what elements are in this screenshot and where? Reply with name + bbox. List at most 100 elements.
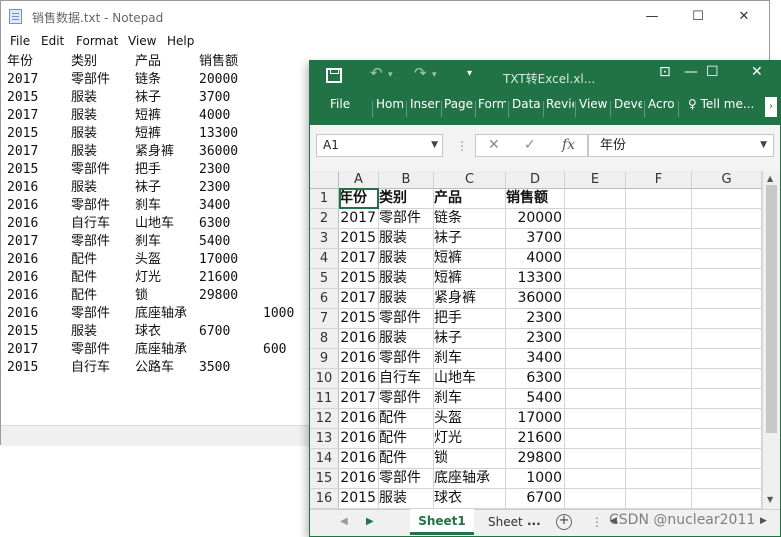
grid-cell[interactable]	[565, 289, 626, 308]
grid-cell[interactable]: 零部件	[379, 469, 434, 488]
grid-cell[interactable]: 年份	[339, 189, 379, 208]
tab-home[interactable]: Hom	[376, 97, 404, 111]
grid-cell[interactable]: 零部件	[379, 349, 434, 368]
grid-cell[interactable]	[692, 329, 762, 348]
grid-cell[interactable]	[626, 449, 692, 468]
menu-help[interactable]: Help	[167, 34, 194, 48]
scroll-thumb[interactable]	[766, 185, 777, 433]
grid-cell[interactable]	[565, 329, 626, 348]
scroll-up-icon[interactable]: ▲	[767, 174, 773, 183]
grid-cell[interactable]	[626, 469, 692, 488]
grid-cell[interactable]: 17000	[506, 409, 565, 428]
grid-cell[interactable]: 灯光	[434, 429, 506, 448]
sheet-tab-sheet2[interactable]: Sheet	[488, 515, 523, 529]
grid-cell[interactable]	[565, 489, 626, 508]
grid-cell[interactable]: 服装	[379, 289, 434, 308]
grid-cell[interactable]	[565, 409, 626, 428]
grid-cell[interactable]: 产品	[434, 189, 506, 208]
grid-cell[interactable]: 配件	[379, 409, 434, 428]
grid-cell[interactable]: 短裤	[434, 269, 506, 288]
grid-cell[interactable]: 服装	[379, 269, 434, 288]
grid-cell[interactable]: 2016	[339, 429, 379, 448]
grid-cell[interactable]: 自行车	[379, 369, 434, 388]
tab-file[interactable]: File	[330, 97, 354, 111]
tab-data[interactable]: Data	[512, 97, 542, 111]
vertical-scrollbar[interactable]: ▲ ▼	[762, 171, 780, 509]
grid-cell[interactable]: 3400	[506, 349, 565, 368]
grid-cell[interactable]: 3700	[506, 229, 565, 248]
customize-qat-icon[interactable]: ▾	[467, 68, 472, 79]
save-icon[interactable]	[326, 68, 342, 83]
column-header[interactable]: G	[692, 171, 762, 188]
grid-cell[interactable]	[692, 449, 762, 468]
grid-cell[interactable]	[565, 309, 626, 328]
grid-cell[interactable]: 2017	[339, 249, 379, 268]
redo-icon[interactable]: ↷	[414, 64, 427, 82]
grid-cell[interactable]	[626, 389, 692, 408]
grid-cell[interactable]	[692, 309, 762, 328]
name-box[interactable]: A1 ▼	[316, 134, 443, 157]
grid-cell[interactable]: 20000	[506, 209, 565, 228]
grid-cell[interactable]	[692, 429, 762, 448]
grid-cell[interactable]: 13300	[506, 269, 565, 288]
grid-cell[interactable]: 销售额	[506, 189, 565, 208]
row-header[interactable]: 11	[310, 389, 339, 408]
grid-cell[interactable]: 4000	[506, 249, 565, 268]
grid-cell[interactable]: 2015	[339, 489, 379, 508]
grid-cell[interactable]	[565, 189, 626, 208]
menu-edit[interactable]: Edit	[41, 34, 64, 48]
grid-cell[interactable]	[692, 349, 762, 368]
grid-cell[interactable]	[626, 369, 692, 388]
add-sheet-button[interactable]: +	[556, 514, 572, 530]
drag-handle-icon[interactable]: ⋮	[456, 139, 468, 153]
row-header[interactable]: 16	[310, 489, 339, 508]
grid-cell[interactable]	[565, 249, 626, 268]
grid-cell[interactable]: 配件	[379, 429, 434, 448]
grid-cell[interactable]: 1000	[506, 469, 565, 488]
column-header[interactable]: E	[565, 171, 626, 188]
row-header[interactable]: 8	[310, 329, 339, 348]
column-header[interactable]: D	[506, 171, 565, 188]
grid-cell[interactable]: 2016	[339, 449, 379, 468]
grid-cell[interactable]: 2015	[339, 269, 379, 288]
drag-handle-icon[interactable]: ⋮	[591, 515, 603, 529]
grid-cell[interactable]: 5400	[506, 389, 565, 408]
minimize-button[interactable]: —	[629, 1, 675, 31]
grid-cell[interactable]	[626, 329, 692, 348]
grid-cell[interactable]	[626, 429, 692, 448]
grid-cell[interactable]: 2016	[339, 349, 379, 368]
grid-cell[interactable]: 短裤	[434, 249, 506, 268]
grid-cell[interactable]: 2015	[339, 309, 379, 328]
grid-cell[interactable]: 服装	[379, 229, 434, 248]
grid-cell[interactable]	[626, 309, 692, 328]
grid-cell[interactable]	[565, 469, 626, 488]
tab-insert[interactable]: Inser	[410, 97, 440, 111]
grid-cell[interactable]: 零部件	[379, 309, 434, 328]
grid-cell[interactable]: 类别	[379, 189, 434, 208]
close-button[interactable]: ✕	[721, 1, 767, 31]
grid-cell[interactable]	[692, 189, 762, 208]
grid-cell[interactable]	[692, 469, 762, 488]
chevron-down-icon[interactable]: ▼	[431, 135, 438, 156]
grid-cell[interactable]	[565, 229, 626, 248]
grid-cell[interactable]	[626, 489, 692, 508]
scroll-down-icon[interactable]: ▼	[767, 495, 773, 504]
row-header[interactable]: 7	[310, 309, 339, 328]
tab-review[interactable]: Revie	[546, 97, 574, 111]
sheet-tab-sheet1[interactable]: Sheet1	[410, 509, 474, 535]
grid-cell[interactable]: 服装	[379, 329, 434, 348]
column-header[interactable]: A	[339, 171, 379, 188]
grid-cell[interactable]	[626, 229, 692, 248]
grid-cell[interactable]	[692, 289, 762, 308]
grid-cell[interactable]: 球衣	[434, 489, 506, 508]
grid-cell[interactable]: 头盔	[434, 409, 506, 428]
menu-format[interactable]: Format	[76, 34, 118, 48]
undo-icon[interactable]: ↶	[370, 64, 383, 82]
row-header[interactable]: 14	[310, 449, 339, 468]
grid-cell[interactable]: 紧身裤	[434, 289, 506, 308]
tab-acrobat[interactable]: Acro	[648, 97, 676, 111]
row-header[interactable]: 13	[310, 429, 339, 448]
grid-cell[interactable]	[626, 209, 692, 228]
grid-cell[interactable]	[565, 389, 626, 408]
grid-cell[interactable]	[626, 189, 692, 208]
